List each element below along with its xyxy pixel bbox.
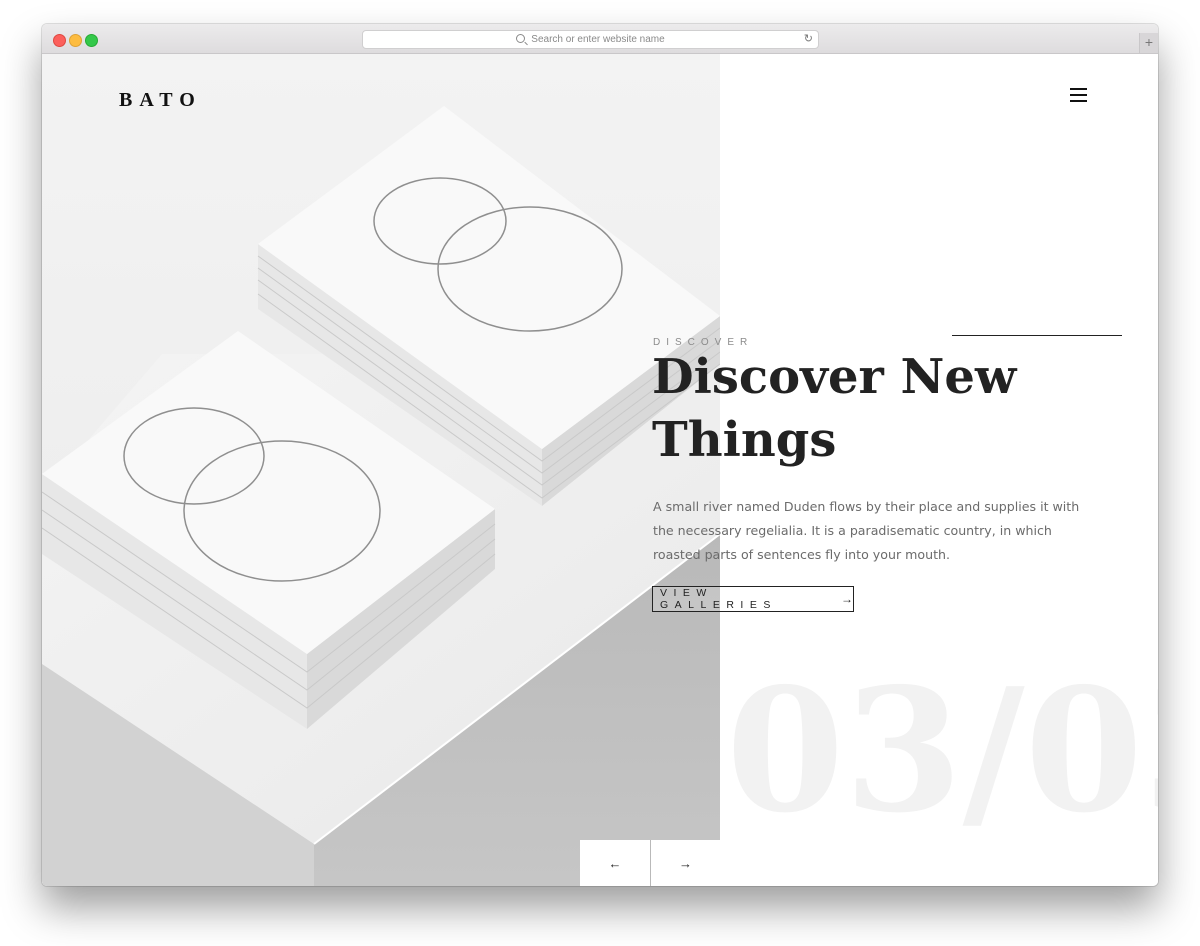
address-bar[interactable]: Search or enter website name ↻ bbox=[362, 30, 819, 49]
hamburger-menu-icon[interactable] bbox=[1070, 88, 1087, 102]
new-tab-button[interactable]: + bbox=[1139, 33, 1158, 53]
previous-slide-button[interactable]: ← bbox=[580, 840, 650, 886]
hero-image bbox=[42, 54, 720, 886]
view-galleries-button[interactable]: VIEW GALLERIES → bbox=[652, 586, 854, 612]
browser-window: Search or enter website name ↻ + BATO DI… bbox=[42, 24, 1158, 886]
hero-description: A small river named Duden flows by their… bbox=[653, 499, 1080, 562]
site-logo[interactable]: BATO bbox=[119, 89, 202, 112]
zoom-window-button[interactable] bbox=[85, 34, 98, 47]
next-slide-button[interactable]: → bbox=[650, 840, 720, 886]
hero-title: Discover New Things bbox=[652, 349, 1017, 468]
menu-line bbox=[1070, 100, 1087, 102]
address-bar-placeholder: Search or enter website name bbox=[531, 34, 665, 45]
reload-icon[interactable]: ↻ bbox=[804, 33, 813, 45]
arrow-right-icon: → bbox=[841, 592, 853, 606]
menu-line bbox=[1070, 88, 1087, 90]
minimize-window-button[interactable] bbox=[69, 34, 82, 47]
menu-line bbox=[1070, 94, 1087, 96]
arrow-right-icon: → bbox=[679, 855, 692, 871]
browser-titlebar: Search or enter website name ↻ + bbox=[42, 24, 1158, 54]
slider-navigation: ← → bbox=[580, 840, 720, 886]
slide-counter: 03/03 bbox=[726, 651, 1158, 851]
close-window-button[interactable] bbox=[53, 34, 66, 47]
search-icon bbox=[516, 34, 526, 43]
eyebrow-divider bbox=[952, 335, 1122, 336]
arrow-left-icon: ← bbox=[608, 855, 622, 871]
page-viewport: BATO DISCOVER Discover New Things A smal… bbox=[42, 54, 1158, 886]
view-galleries-label: VIEW GALLERIES bbox=[660, 587, 777, 611]
